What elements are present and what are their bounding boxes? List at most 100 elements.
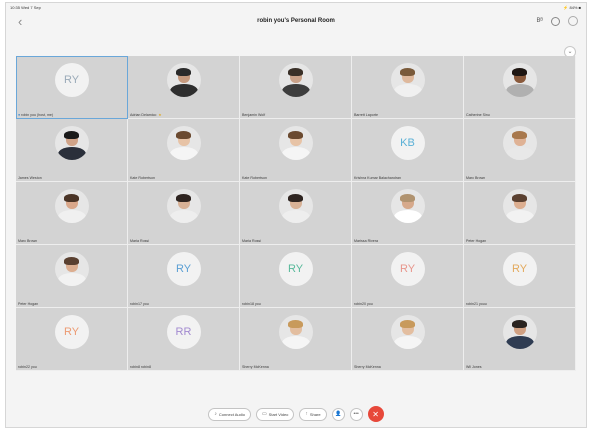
participant-tile[interactable]: Adrian Delamico ★ [128,56,240,119]
participant-tile[interactable]: Kate Robertson [240,119,352,182]
participant-name-text: Marc Brown [466,176,486,180]
participant-name: robin17 you [130,302,237,306]
participant-tile[interactable]: RR robin8 robin8 [128,308,240,371]
avatar-photo [278,126,313,160]
avatar-hair [512,320,527,328]
participant-tile[interactable]: James Weston [16,119,128,182]
participant-tile[interactable]: Barrett Laporte [352,56,464,119]
participant-name: Peter Hogan [18,302,125,306]
participant-tile[interactable]: Maria Rossi [240,182,352,245]
participant-tile[interactable]: Wil Jones [464,308,576,371]
participant-tile[interactable]: Peter Hogan [16,245,128,308]
avatar-hair [288,68,303,76]
avatar-hair [288,320,303,328]
avatar-torso [57,147,86,160]
participant-tile[interactable]: Maria Rossi [128,182,240,245]
avatar-photo [390,189,425,223]
avatar-photo [54,189,89,223]
title-bar: ‹ robin you's Personal Room Bᴮ [6,12,586,34]
participant-name: Maria Rossi [130,239,237,243]
participant-name: Kate Robertson [130,176,237,180]
participant-tile[interactable]: Catherine Sinu [464,56,576,119]
participant-name-text: Kate Robertson [242,176,267,180]
participant-tile[interactable]: Marissa Rivera [352,182,464,245]
participant-name: Sherry McKenna [354,365,461,369]
avatar-torso [169,147,198,160]
participant-name-text: robin17 you [130,302,149,306]
avatar-hair [176,131,191,139]
avatar-torso [281,84,310,97]
participant-tile[interactable]: Sherry McKenna [352,308,464,371]
bluetooth-audio-icon[interactable]: Bᴮ [537,18,544,24]
avatar-torso [57,210,86,223]
connect-audio-button[interactable]: ♪ Connect Audio [208,407,251,421]
avatar-photo [502,315,537,349]
participant-tile[interactable]: Sherry McKenna [240,308,352,371]
avatar-hair [400,194,415,202]
avatar-photo [390,315,425,349]
app-window: 10:35 Wed 7 Sep ⚡ 84% ■ ‹ robin you's Pe… [5,2,587,428]
participant-name: Barrett Laporte [354,113,461,117]
avatar-torso [281,147,310,160]
avatar-torso [169,84,198,97]
avatar-hair [288,194,303,202]
participant-name-text: robin18 you [242,302,261,306]
avatar-torso [169,210,198,223]
avatar-photo [278,315,313,349]
participant-name: Marc Brown [466,176,573,180]
participant-tile[interactable]: Benjamin Wolf [240,56,352,119]
start-video-label: Start Video [268,411,289,417]
share-button[interactable]: ↑ Share [299,407,327,421]
end-call-button[interactable]: ✕ [367,406,384,422]
participant-tile[interactable]: RY robin21 youu [464,245,576,308]
participant-tile[interactable]: Peter Hogan [464,182,576,245]
participant-name: Wil Jones [466,365,573,369]
participant-name: robin21 youu [466,302,573,306]
participant-name: Benjamin Wolf [242,113,349,117]
avatar-photo [278,189,313,223]
participant-tile[interactable]: RY robin22 you [16,308,128,371]
avatar-hair [176,68,191,76]
participant-name-text: Maria Rossi [242,239,261,243]
avatar-initials: RY [54,315,89,349]
info-icon[interactable] [551,16,560,26]
person-icon: 👤 [334,411,342,417]
avatar-torso [281,210,310,223]
participant-name: robin22 you [18,365,125,369]
participant-name-text: Sherry McKenna [242,365,269,369]
participant-tile[interactable]: RY robin20 you [352,245,464,308]
participant-tile[interactable]: Kate Robertson [128,119,240,182]
participant-name-text: Sherry McKenna [354,365,381,369]
participant-tile[interactable]: KB Krishna Kumar Balachandran [352,119,464,182]
participant-tile[interactable]: RY robin18 you [240,245,352,308]
star-icon: ★ [158,113,162,117]
avatar-initials: RY [54,63,89,97]
participant-name-text: robin20 you [354,302,373,306]
participant-name: robin8 robin8 [130,365,237,369]
participant-name-text: Maria Rossi [130,239,149,243]
picture-in-picture-icon[interactable] [568,16,578,26]
avatar-initials: RY [166,252,201,286]
participants-button[interactable]: 👤 [331,407,345,421]
participant-tile[interactable]: Marc Brown [464,119,576,182]
participant-name-text: Adrian Delamico [130,113,157,117]
more-options-button[interactable]: ••• [349,407,363,421]
avatar-hair [512,194,527,202]
meeting-controls: ♪ Connect Audio ▭ Start Video ↑ Share 👤 … [6,403,586,425]
speaker-icon: ♪ [214,411,217,417]
status-bar: 10:35 Wed 7 Sep ⚡ 84% ■ [6,3,586,12]
start-video-button[interactable]: ▭ Start Video [255,407,295,421]
participant-name-text: Benjamin Wolf [242,113,266,117]
avatar-hair [176,194,191,202]
participant-tile[interactable]: Marc Brown [16,182,128,245]
participant-tile[interactable]: RY ●robin you (host, me) [16,56,128,119]
header-actions: Bᴮ [537,16,578,26]
avatar-hair [512,68,527,76]
avatar-torso [505,336,534,349]
avatar-photo [502,126,537,160]
status-battery: ⚡ 84% ■ [563,5,581,10]
camera-icon: ▭ [261,411,267,417]
avatar-torso [505,210,534,223]
participant-name-text: Catherine Sinu [466,113,490,117]
participant-tile[interactable]: RY robin17 you [128,245,240,308]
